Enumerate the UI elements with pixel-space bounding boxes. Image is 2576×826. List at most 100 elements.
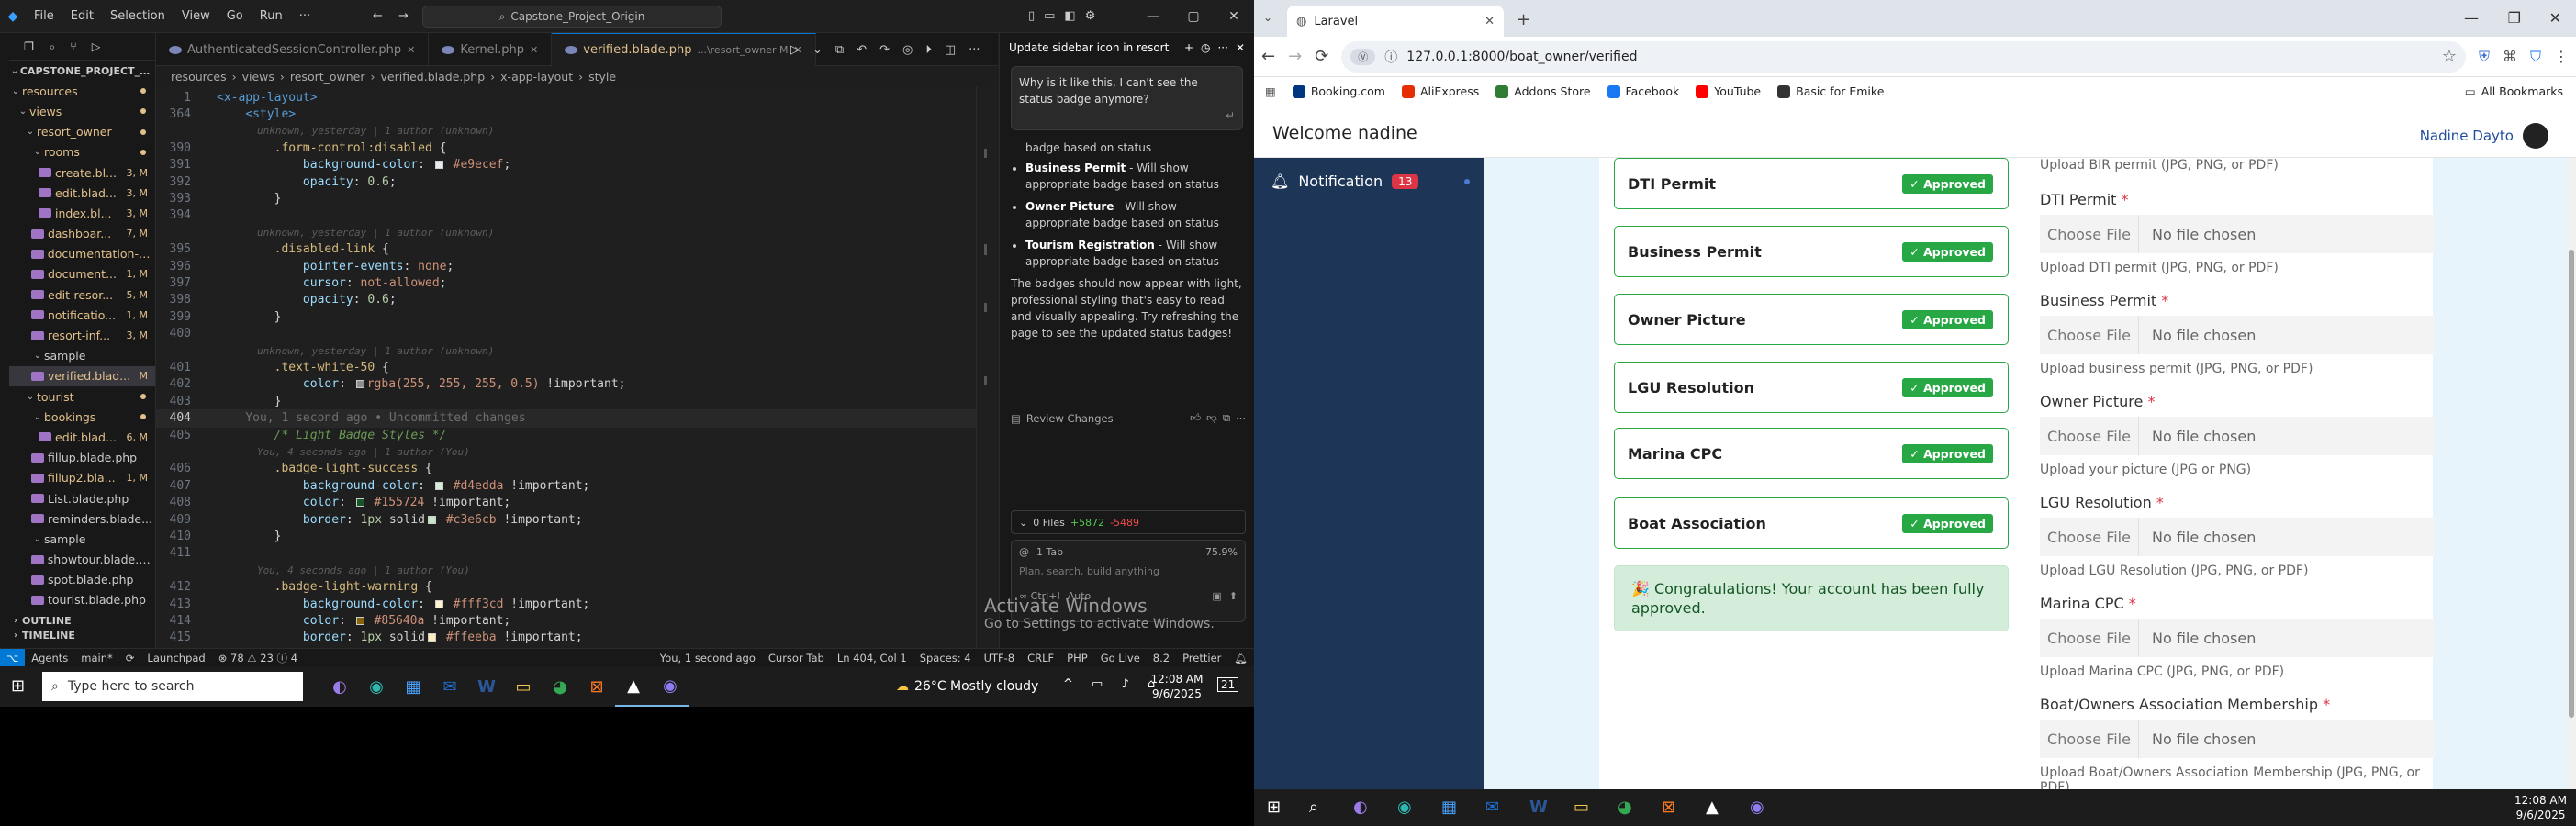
file-explorer-app-icon[interactable]: ▭ — [1574, 798, 1589, 817]
new-chat-icon[interactable]: + — [1184, 41, 1193, 54]
prettier-item[interactable]: Prettier — [1176, 652, 1227, 664]
menu-item[interactable]: Go — [218, 9, 252, 23]
user-message[interactable]: Why is it like this, I can't see the sta… — [1011, 66, 1243, 130]
sidebar-item-notification[interactable]: 🔔︎ Notification 13 — [1271, 173, 1471, 190]
more-icon[interactable]: ··· — [1236, 412, 1246, 425]
outlook-app-icon[interactable]: ✉ — [431, 666, 468, 707]
minimap[interactable] — [976, 86, 998, 648]
sync-icon[interactable]: ⟳ — [119, 652, 141, 664]
search-panel-icon[interactable]: ⌕ — [49, 39, 55, 54]
forward-arrow-icon[interactable]: → — [1288, 47, 1302, 66]
eol-item[interactable]: CRLF — [1021, 652, 1060, 664]
copilot-app-icon[interactable]: ◐ — [321, 666, 358, 707]
tree-folder[interactable]: ⌄ sample — [9, 529, 155, 549]
encoding-item[interactable]: UTF-8 — [978, 652, 1022, 664]
forward-arrow-icon[interactable]: → — [398, 9, 409, 23]
tree-file[interactable]: create.bl... 3, M — [9, 162, 155, 183]
tree-file[interactable]: reminders.blade... — [9, 508, 155, 529]
tree-file[interactable]: documentation-p... — [9, 244, 155, 264]
tree-file[interactable]: edit-resor... 5, M — [9, 285, 155, 305]
new-tab-icon[interactable]: + — [1517, 10, 1530, 29]
scrollbar-thumb[interactable] — [2569, 250, 2574, 718]
windows-start-icon[interactable]: ⊞ — [1267, 798, 1281, 817]
file-input[interactable]: Choose File No file chosen — [2040, 619, 2435, 657]
choose-file-button[interactable]: Choose File — [2040, 518, 2139, 556]
tree-file[interactable]: fillup2.bla... 1, M — [9, 468, 155, 488]
menu-item[interactable]: File — [26, 9, 62, 23]
run-debug-icon[interactable]: ▷ — [92, 39, 101, 53]
bookmark-item[interactable]: Addons Store — [1495, 84, 1591, 98]
tree-file[interactable]: spot.blade.php — [9, 570, 155, 590]
info-icon[interactable]: ⓘ — [1384, 48, 1397, 66]
back-arrow-icon[interactable]: ← — [1261, 47, 1275, 66]
bell-icon[interactable]: 🔔︎ — [1227, 652, 1254, 664]
bookmark-item[interactable]: Booking.com — [1292, 84, 1385, 98]
file-explorer-app-icon[interactable]: ▭ — [505, 666, 542, 707]
taskbar-clock[interactable]: 12:08 AM 9/6/2025 — [2514, 793, 2567, 822]
editor-tab[interactable]: AuthenticatedSessionController.php ✕ — [156, 33, 430, 66]
close-tab-icon[interactable]: ✕ — [530, 44, 538, 56]
tree-file[interactable]: showtour.blade.p... — [9, 550, 155, 570]
user-menu[interactable]: Nadine Dayto — [2420, 123, 2548, 149]
launchpad-item[interactable]: Launchpad — [140, 652, 211, 664]
menu-item[interactable]: ··· — [291, 9, 319, 23]
xampp-app-icon[interactable]: ⊠ — [1662, 798, 1675, 817]
store-app-icon[interactable]: ▦ — [1441, 798, 1457, 817]
reload-icon[interactable]: ⟳ — [1315, 47, 1328, 66]
maximize-button[interactable]: ❐ — [2508, 9, 2521, 27]
close-tab-icon[interactable]: ✕ — [1484, 15, 1495, 28]
tray-icons[interactable]: ^ ▭ ♪ ⌂ — [1063, 677, 1162, 691]
more-actions-icon[interactable]: ··· — [969, 43, 980, 57]
bookmark-item[interactable]: AliExpress — [1401, 84, 1479, 98]
send-icon[interactable]: ⬆ — [1229, 590, 1238, 602]
taskbar-search-input[interactable]: ⌕ Type here to search — [42, 672, 303, 701]
files-icon[interactable]: ❐ — [24, 39, 34, 53]
edge-app-icon[interactable]: ◉ — [1397, 798, 1412, 817]
weather-widget[interactable]: ☁ 26°C Mostly cloudy — [896, 666, 1038, 707]
chrome-canary-app-icon[interactable]: ◉ — [652, 666, 689, 707]
word-app-icon[interactable]: W — [1529, 798, 1548, 817]
split-editor-icon[interactable]: ◫ — [945, 43, 956, 57]
breadcrumb-item[interactable]: resort_owner — [290, 70, 365, 84]
xampp-app-icon[interactable]: ⊠ — [578, 666, 615, 707]
close-icon[interactable]: ✕ — [1236, 41, 1245, 54]
more-icon[interactable]: ··· — [1217, 41, 1227, 54]
menu-item[interactable]: Run — [252, 9, 291, 23]
puzzle-icon[interactable]: ⌘ — [2503, 48, 2517, 65]
chrome-app-icon[interactable]: ◕ — [542, 666, 578, 707]
profile-shield-icon[interactable]: ⛉ — [2530, 48, 2541, 66]
spaces-item[interactable]: Spaces: 4 — [913, 652, 978, 664]
files-changed-bar[interactable]: ⌄ 0 Files +5872 -5489 — [1011, 510, 1246, 534]
version-item[interactable]: 8.2 — [1147, 652, 1176, 664]
play-icon[interactable]: ⏵ — [925, 43, 932, 57]
chrome-app-icon[interactable]: ◕ — [1618, 798, 1632, 817]
taskbar-clock[interactable]: 12:08 AM 9/6/2025 — [1149, 672, 1204, 701]
explorer-root[interactable]: ⌄ CAPSTONE_PROJECT_ORIG... — [9, 61, 155, 81]
copilot-app-icon[interactable]: ◐ — [1353, 798, 1368, 817]
tree-file[interactable]: notificatio... 1, M — [9, 305, 155, 325]
menu-item[interactable]: Edit — [62, 9, 102, 23]
file-input[interactable]: Choose File No file chosen — [2040, 518, 2435, 556]
site-info-icon[interactable]: Ⓥ — [1350, 48, 1376, 65]
tree-file[interactable]: dashboar... 7, M — [9, 224, 155, 244]
tree-file[interactable]: verified.blad... M — [9, 365, 155, 386]
bookmark-item[interactable]: YouTube — [1696, 84, 1761, 98]
outline-header[interactable]: › OUTLINE — [9, 613, 156, 628]
search-icon[interactable]: ⌕ — [1309, 798, 1318, 817]
cursor-tab-item[interactable]: Cursor Tab — [762, 652, 831, 664]
tab-search-icon[interactable]: ⌄ — [1263, 11, 1272, 24]
editor-tab[interactable]: Kernel.php ✕ — [429, 33, 553, 66]
history-icon[interactable]: ◷ — [1201, 41, 1210, 54]
tree-folder[interactable]: ⌄ rooms — [9, 142, 155, 162]
review-changes-button[interactable]: Review Changes — [1026, 412, 1184, 425]
menu-item[interactable]: View — [174, 9, 218, 23]
tree-folder[interactable]: ⌄ resources — [9, 81, 155, 101]
copy-icon[interactable]: ⧉ — [1223, 411, 1230, 425]
word-app-icon[interactable]: W — [468, 666, 505, 707]
agents-item[interactable]: Agents — [25, 652, 74, 664]
tree-file[interactable]: tourist.blade.php — [9, 590, 155, 610]
remote-icon[interactable]: ⌥ — [0, 648, 26, 667]
tree-folder[interactable]: ⌄ sample — [9, 346, 155, 366]
file-input[interactable]: Choose File No file chosen — [2040, 316, 2435, 354]
close-tab-icon[interactable]: ✕ — [407, 44, 415, 56]
